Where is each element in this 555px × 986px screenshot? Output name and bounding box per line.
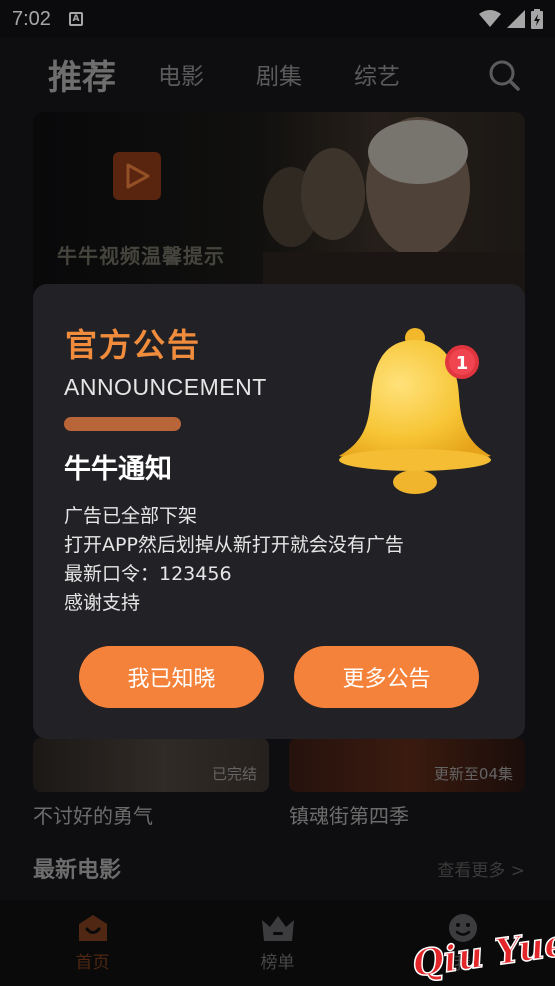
watermark: Qiu Yue <box>410 921 555 981</box>
bell-badge-count: 1 <box>456 353 469 374</box>
announcement-dialog: 官方公告 ANNOUNCEMENT 牛牛通知 广告已全部下架 打开APP然后划掉… <box>33 284 525 739</box>
dialog-title: 官方公告 <box>65 326 202 364</box>
message-line: 广告已全部下架 <box>64 505 198 527</box>
message-line: 最新口令：123456 <box>64 563 232 585</box>
message-line: 打开APP然后划掉从新打开就会没有广告 <box>64 534 404 556</box>
acknowledge-button[interactable]: 我已知晓 <box>79 646 264 708</box>
dialog-subtitle: ANNOUNCEMENT <box>64 374 267 400</box>
title-divider <box>64 417 181 431</box>
watermark-text: Qiu Yue <box>410 922 555 981</box>
message-line: 感谢支持 <box>64 592 141 614</box>
dialog-heading: 牛牛通知 <box>64 454 172 485</box>
dialog-message: 广告已全部下架 打开APP然后划掉从新打开就会没有广告 最新口令：123456 … <box>64 502 404 618</box>
bell-icon: 1 <box>339 328 491 494</box>
more-announcements-button[interactable]: 更多公告 <box>294 646 479 708</box>
